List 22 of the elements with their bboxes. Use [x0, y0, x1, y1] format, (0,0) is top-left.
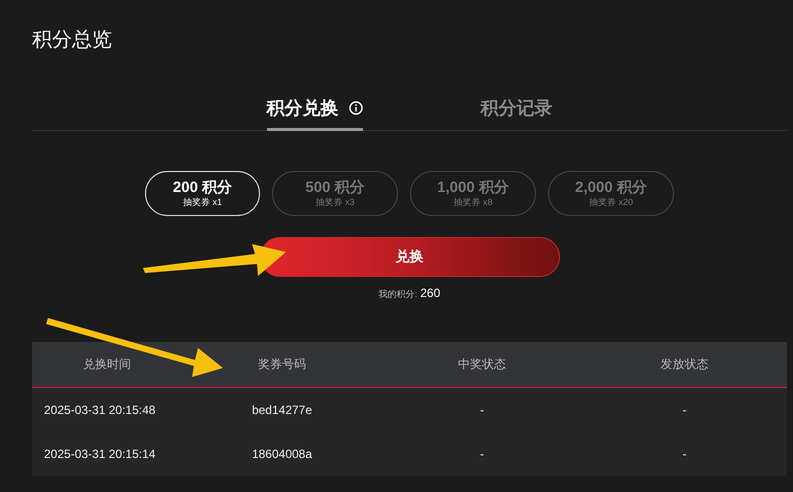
points-option[interactable]: 200 积分 抽奖券 x1 — [145, 171, 260, 216]
table-cell: - — [582, 388, 787, 432]
balance-label: 我的积分: — [378, 288, 418, 301]
table-cell: - — [582, 432, 787, 476]
table-cell: 18604008a — [182, 432, 382, 476]
table-cell: bed14277e — [182, 388, 382, 432]
table-cell: 2025-03-31 20:15:14 — [32, 432, 182, 476]
points-option[interactable]: 2,000 积分 抽奖券 x20 — [548, 171, 674, 216]
column-header: 兑换时间 — [32, 342, 182, 388]
balance-value: 260 — [420, 286, 440, 300]
points-option[interactable]: 1,000 积分 抽奖券 x8 — [410, 171, 536, 216]
tab[interactable]: 积分记录 — [480, 96, 552, 131]
tab[interactable]: 积分兑换 — [266, 96, 362, 131]
column-header: 发放状态 — [582, 342, 787, 388]
column-header: 中奖状态 — [382, 342, 582, 388]
info-icon[interactable] — [348, 101, 362, 115]
table-cell: 2025-03-31 20:15:48 — [32, 388, 182, 432]
table-cell: - — [382, 432, 582, 476]
table-cell: - — [382, 388, 582, 432]
column-header: 奖券号码 — [182, 342, 382, 388]
page-title: 积分总览 — [32, 28, 113, 53]
points-option[interactable]: 500 积分 抽奖券 x3 — [272, 171, 398, 216]
